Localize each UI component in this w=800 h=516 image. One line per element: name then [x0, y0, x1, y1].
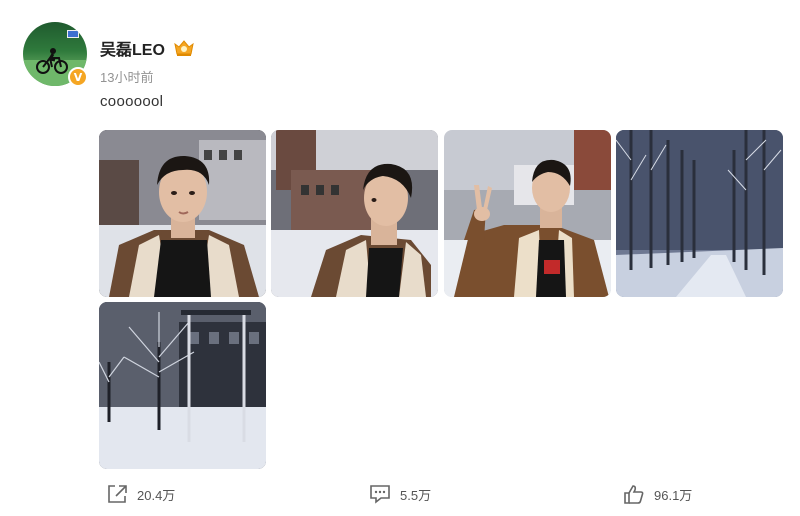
- username[interactable]: 吴磊LEO: [100, 36, 165, 60]
- like-button[interactable]: 96.1万: [623, 484, 692, 504]
- share-count: 20.4万: [137, 487, 176, 503]
- vip-crown-icon[interactable]: [173, 39, 195, 57]
- photo-3[interactable]: [444, 130, 611, 297]
- post-text: cooooool: [100, 93, 164, 110]
- avatar-wrapper[interactable]: V: [23, 22, 88, 87]
- comment-icon: [370, 485, 390, 504]
- avatar-sign: [67, 30, 79, 38]
- snowy-tree-avenue-image: [616, 130, 783, 297]
- comment-count: 5.5万: [400, 487, 432, 503]
- photo-5[interactable]: [99, 302, 266, 469]
- action-bar: 20.4万 5.5万 96.1万: [0, 484, 800, 508]
- share-icon: [108, 485, 127, 503]
- snowy-park-trees-image: [99, 302, 266, 469]
- comment-button[interactable]: 5.5万: [369, 484, 431, 504]
- portrait-peace-sign-image: [444, 130, 611, 297]
- verified-badge-icon: V: [68, 67, 88, 87]
- username-row: 吴磊LEO: [100, 36, 195, 60]
- photo-1[interactable]: [99, 130, 266, 297]
- photo-2[interactable]: [271, 130, 438, 297]
- share-button[interactable]: 20.4万: [106, 484, 175, 504]
- portrait-front-image: [99, 130, 266, 297]
- photo-4[interactable]: [616, 130, 783, 297]
- portrait-profile-image: [271, 130, 438, 297]
- like-count: 96.1万: [654, 487, 693, 503]
- thumbs-up-icon: [624, 485, 644, 504]
- post-time[interactable]: 13小时前: [100, 67, 153, 86]
